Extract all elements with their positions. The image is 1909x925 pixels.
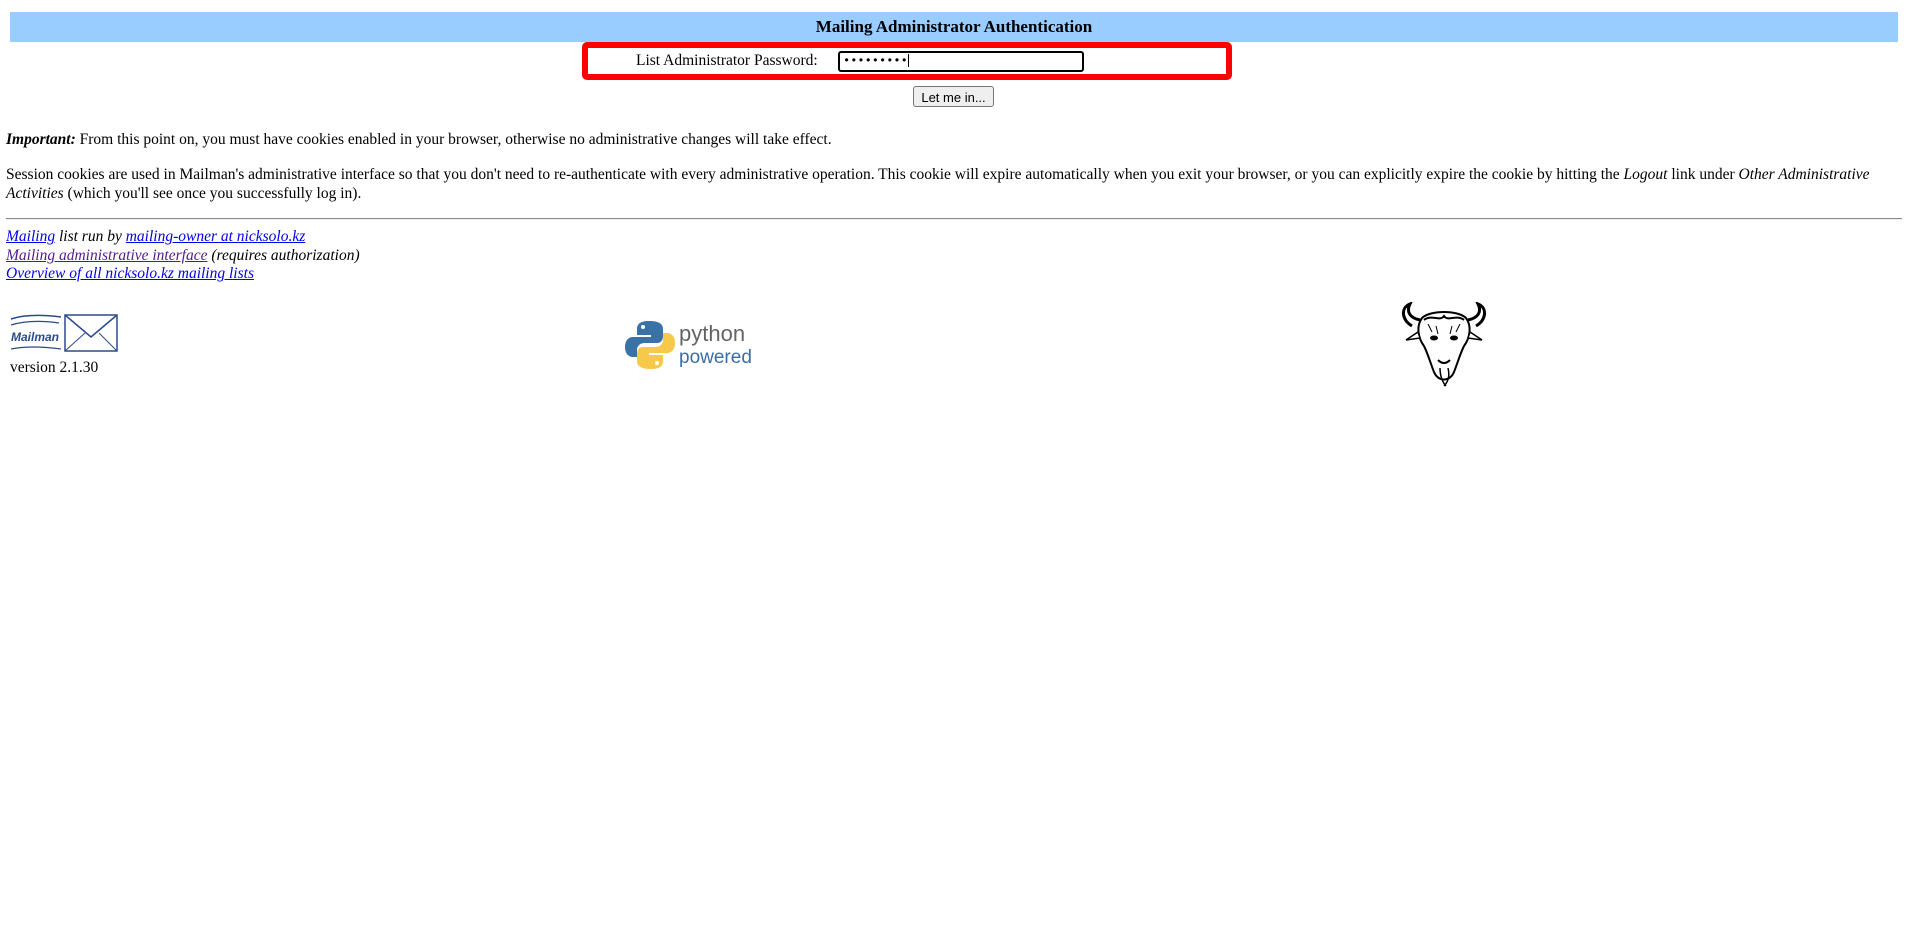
page-title: Mailing Administrator Authentication [10, 12, 1898, 42]
important-notice: Important: From this point on, you must … [6, 131, 1896, 149]
version-label: version 2.1.30 [10, 359, 99, 376]
admin-interface-link[interactable]: Mailing administrative interface [6, 247, 207, 264]
password-value: ••••••••• [843, 54, 908, 68]
divider [6, 218, 1902, 220]
important-text: From this point on, you must have cookie… [75, 131, 832, 148]
footer-links: Mailing list run by mailing-owner at nic… [6, 228, 360, 284]
important-label: Important: [6, 131, 76, 148]
overview-lists-link[interactable]: Overview of all nicksolo.kz mailing list… [6, 265, 254, 282]
session-text-2: link under [1667, 166, 1739, 183]
password-label: List Administrator Password: [636, 52, 818, 69]
session-text-3: (which you'll see once you successfully … [63, 184, 362, 202]
login-button[interactable]: Let me in... [913, 86, 994, 107]
owner-email-link[interactable]: mailing-owner at nicksolo.kz [126, 228, 306, 245]
admin-note: (requires authorization) [207, 246, 360, 264]
session-notice: Session cookies are used in Mailman's ad… [6, 166, 1896, 203]
gnu-head-icon[interactable] [1398, 302, 1490, 388]
logout-term: Logout [1623, 166, 1668, 183]
python-logo-word: python [679, 321, 745, 346]
python-logo-icon[interactable]: python powered [625, 319, 755, 371]
python-logo-sub: powered [679, 347, 752, 368]
text-caret [907, 54, 909, 68]
password-field[interactable]: ••••••••• [838, 51, 1084, 72]
mailman-logo-icon[interactable]: Mailman [9, 311, 119, 361]
list-info-link[interactable]: Mailing [6, 228, 55, 245]
mailman-logo-text: Mailman [11, 330, 59, 344]
run-by-text: list run by [55, 228, 126, 245]
session-text-1: Session cookies are used in Mailman's ad… [6, 166, 1624, 183]
